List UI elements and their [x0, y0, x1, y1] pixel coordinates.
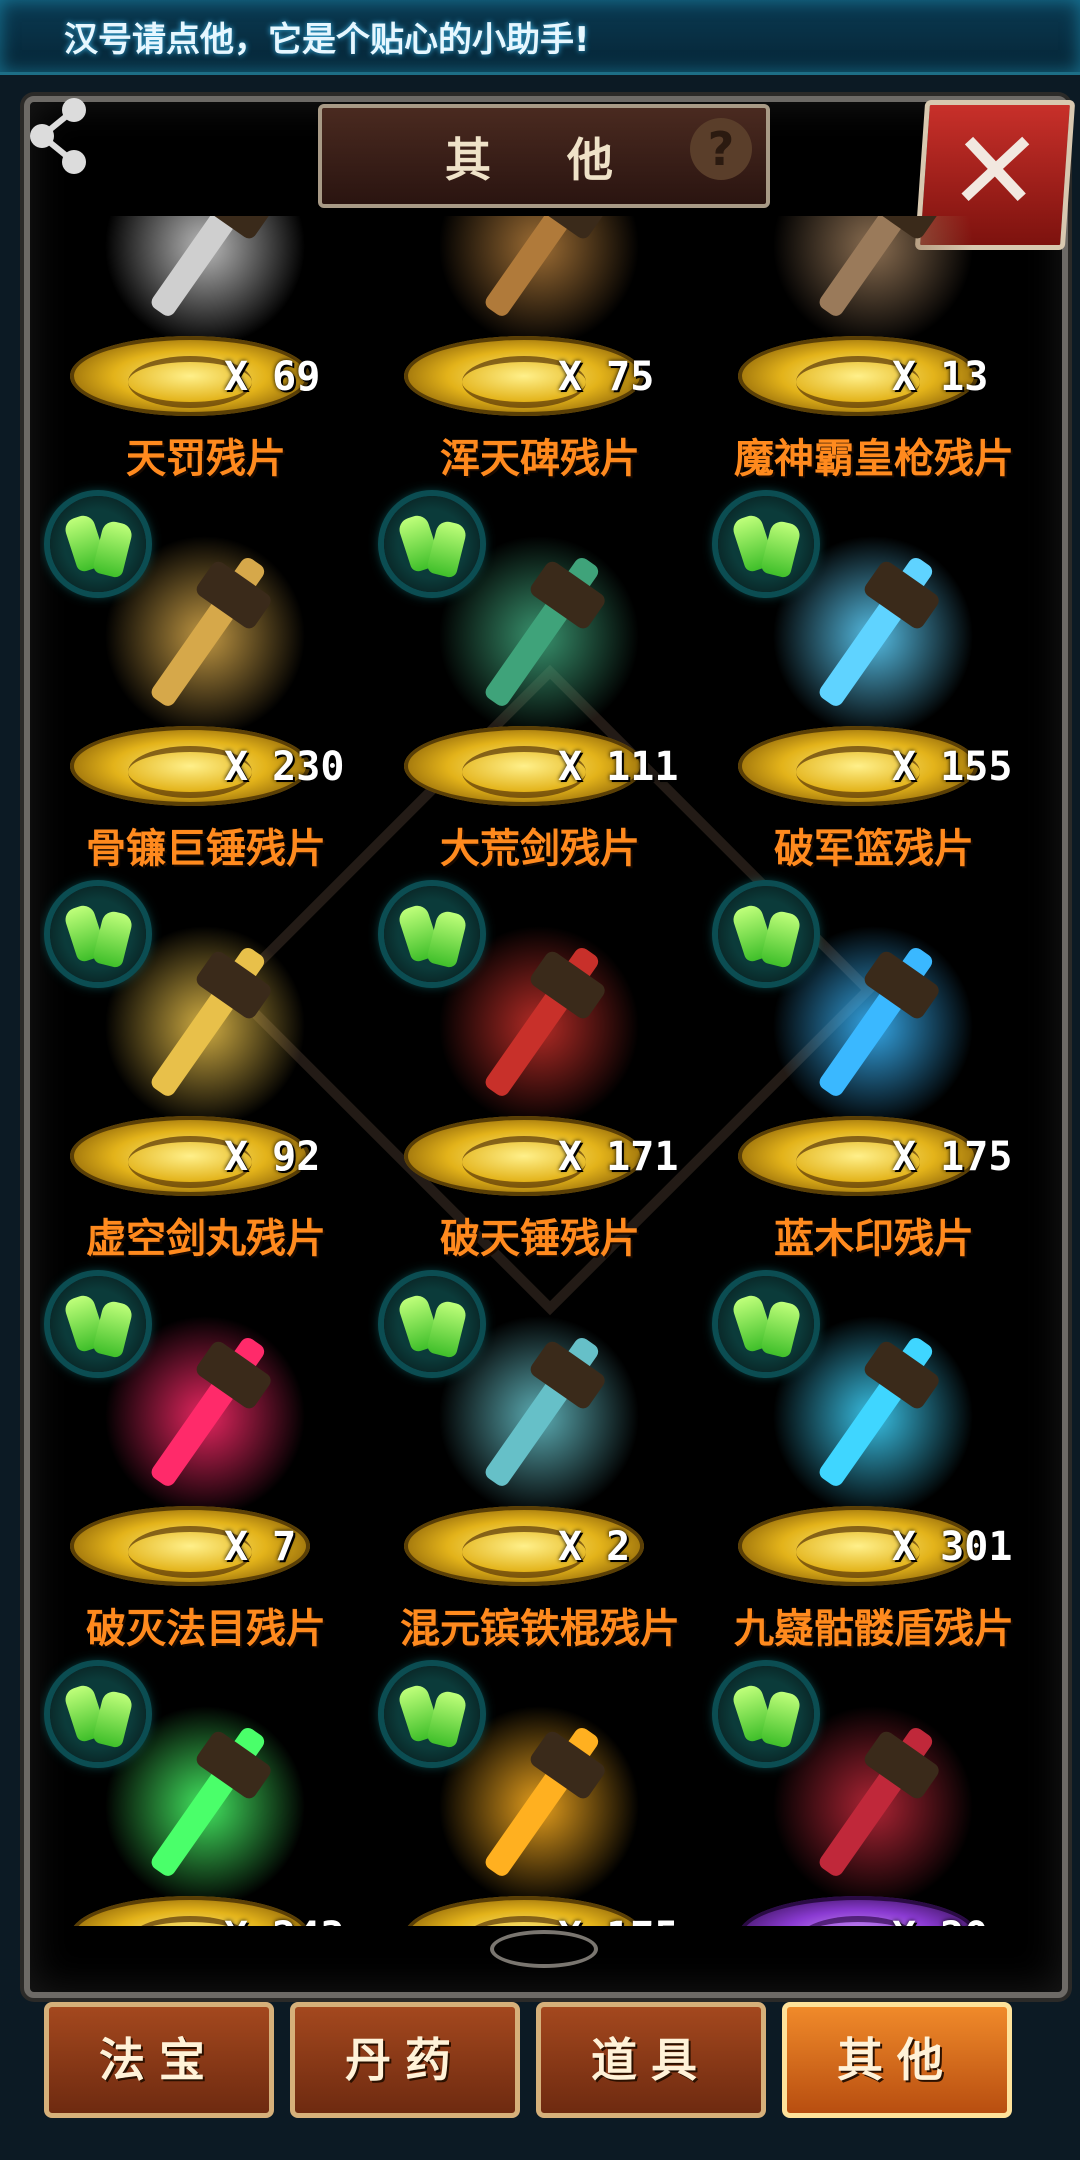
- fragment-gem-icon: [50, 1276, 146, 1372]
- share-icon: [30, 98, 86, 174]
- item-count: X 75: [558, 354, 655, 400]
- item-count: X 243: [224, 1914, 344, 1926]
- tab-fabao[interactable]: 法宝: [44, 2002, 274, 2118]
- item-name: 浑天碑残片: [440, 436, 640, 482]
- help-icon: ?: [707, 122, 735, 176]
- item-cell[interactable]: X 2 混元镔铁棍残片: [374, 1266, 706, 1656]
- share-button[interactable]: [24, 96, 96, 176]
- item-cell[interactable]: X 301 九嶷骷髅盾残片: [708, 1266, 1040, 1656]
- item-name: 破天锤残片: [440, 1216, 640, 1262]
- close-icon: ✕: [944, 107, 1046, 235]
- item-name: 蓝木印残片: [774, 1216, 974, 1262]
- fragment-gem-icon: [384, 1666, 480, 1762]
- fragment-gem-icon: [384, 496, 480, 592]
- item-cell[interactable]: X 7 破灭法目残片: [40, 1266, 372, 1656]
- item-cell[interactable]: X 175 蓝木印残片: [708, 876, 1040, 1266]
- tab-daoju[interactable]: 道具: [536, 2002, 766, 2118]
- item-count: X 2: [558, 1524, 631, 1570]
- item-name: 混元镔铁棍残片: [400, 1606, 680, 1652]
- spear-icon: [768, 216, 978, 356]
- fragment-gem-icon: [50, 496, 146, 592]
- item-cell[interactable]: X 13 魔神霸皇枪残片: [708, 216, 1040, 486]
- fragment-gem-icon: [50, 886, 146, 982]
- item-name: 魔神霸皇枪残片: [734, 436, 1014, 482]
- item-cell[interactable]: X 171 破天锤残片: [374, 876, 706, 1266]
- item-count: X 171: [558, 1134, 679, 1180]
- item-count: X 13: [892, 354, 989, 400]
- fragment-gem-icon: [50, 1666, 146, 1762]
- item-name: 破灭法目残片: [86, 1606, 326, 1652]
- item-name: 虚空剑丸残片: [86, 1216, 326, 1262]
- item-count: X 230: [224, 744, 345, 790]
- item-count: X 175: [892, 1134, 1013, 1180]
- help-button[interactable]: ?: [690, 118, 752, 180]
- item-name: 天罚残片: [126, 436, 286, 482]
- scroll-ornament: [490, 1930, 598, 1968]
- item-count: X 92: [224, 1134, 321, 1180]
- fragment-gem-icon: [718, 1666, 814, 1762]
- item-count: X 69: [224, 354, 321, 400]
- item-count: X 175: [558, 1914, 678, 1926]
- item-name: 破军篮残片: [774, 826, 974, 872]
- tab-danyao[interactable]: 丹药: [290, 2002, 520, 2118]
- hint-bar[interactable]: 汉号请点他，它是个贴心的小助手!: [0, 0, 1080, 75]
- category-tabs: 法宝 丹药 道具 其他: [44, 2002, 1044, 2120]
- fragment-gem-icon: [718, 496, 814, 592]
- item-count: X 111: [558, 744, 679, 790]
- fragment-gem-icon: [718, 1276, 814, 1372]
- tab-qita[interactable]: 其他: [782, 2002, 1012, 2118]
- item-name: 骨镰巨锤残片: [86, 826, 326, 872]
- item-cell[interactable]: X 20血晶魔河剑残片: [708, 1656, 1040, 1926]
- fragment-gem-icon: [384, 886, 480, 982]
- stele-icon: [434, 216, 644, 356]
- item-name: 九嶷骷髅盾残片: [734, 1606, 1014, 1652]
- hint-text: 汉号请点他，它是个贴心的小助手!: [64, 20, 590, 60]
- item-count: X 301: [892, 1524, 1013, 1570]
- item-count: X 155: [892, 744, 1013, 790]
- item-cell[interactable]: X 111 大荒剑残片: [374, 486, 706, 876]
- item-cell[interactable]: X 175赤凰残片: [374, 1656, 706, 1926]
- axe-icon: [100, 216, 310, 356]
- item-cell[interactable]: X 243日月子母剑残片: [40, 1656, 372, 1926]
- item-name: 大荒剑残片: [440, 826, 640, 872]
- fragment-gem-icon: [384, 1276, 480, 1372]
- item-cell[interactable]: X 92 虚空剑丸残片: [40, 876, 372, 1266]
- item-cell[interactable]: X 230 骨镰巨锤残片: [40, 486, 372, 876]
- item-cell[interactable]: X 75 浑天碑残片: [374, 216, 706, 486]
- item-count: X 7: [224, 1524, 297, 1570]
- item-count: X 20: [892, 1914, 988, 1926]
- fragment-gem-icon: [718, 886, 814, 982]
- item-cell[interactable]: X 155 破军篮残片: [708, 486, 1040, 876]
- item-cell[interactable]: X 69 天罚残片: [40, 216, 372, 486]
- item-grid[interactable]: X 69 天罚残片 X 75 浑天碑残片 X 13 魔神霸皇枪残片 X 230 骨镰巨锤残片 X…: [40, 216, 1040, 1926]
